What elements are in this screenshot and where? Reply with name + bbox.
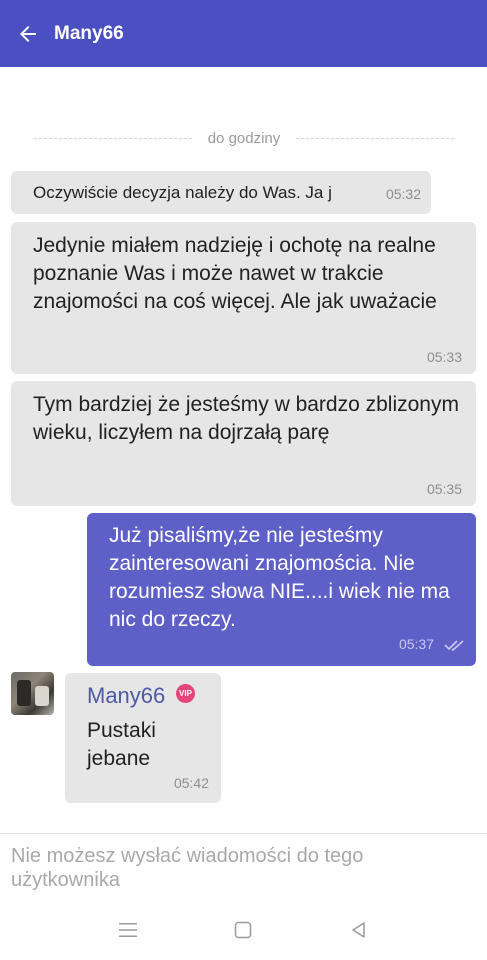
- divider-label: do godziny: [207, 129, 281, 147]
- home-square-icon[interactable]: [223, 910, 263, 950]
- message-text: Tym bardziej że jesteśmy w bardzo zblizo…: [33, 393, 459, 444]
- message-bubble-incoming[interactable]: Oczywiście decyzja należy do Was. Ja j 0…: [11, 171, 431, 214]
- vip-badge: VIP: [176, 684, 195, 703]
- message-text: Już pisaliśmy,że nie jesteśmy zaintereso…: [109, 524, 450, 631]
- message-time: 05:42: [173, 775, 209, 791]
- message-time: 05:35: [426, 481, 462, 497]
- message-bubble-incoming[interactable]: Tym bardziej że jesteśmy w bardzo zblizo…: [11, 381, 476, 506]
- message-bubble-incoming[interactable]: Many66 VIP Pustaki jebane 05:42: [65, 673, 221, 803]
- message-bubble-outgoing[interactable]: Już pisaliśmy,że nie jesteśmy zaintereso…: [87, 513, 476, 666]
- sender-avatar[interactable]: [11, 672, 54, 715]
- arrow-left-icon: [20, 25, 36, 42]
- back-button[interactable]: [0, 0, 56, 67]
- time-divider: do godziny: [34, 126, 454, 150]
- chat-title: Many66: [54, 22, 124, 44]
- message-text: Jedynie miałem nadzieję i ochotę na real…: [33, 234, 437, 313]
- message-text: Pustaki jebane: [87, 719, 156, 770]
- message-bubble-incoming[interactable]: Jedynie miałem nadzieję i ochotę na real…: [11, 222, 476, 374]
- divider-line: [34, 137, 192, 139]
- compose-disabled-notice: Nie możesz wysłać wiadomości do tego uży…: [11, 845, 364, 891]
- message-text: Oczywiście decyzja należy do Was. Ja j: [33, 183, 332, 202]
- menu-icon[interactable]: [108, 910, 148, 950]
- compose-separator: [0, 833, 487, 834]
- double-check-icon: [444, 640, 464, 652]
- divider-line: [296, 137, 454, 139]
- system-navbar: [0, 900, 487, 960]
- sender-name[interactable]: Many66: [87, 683, 165, 709]
- app-header: Many66: [0, 0, 487, 67]
- message-time: 05:37: [398, 636, 434, 652]
- message-time: 05:33: [426, 349, 462, 365]
- message-time: 05:32: [385, 186, 421, 202]
- back-triangle-icon[interactable]: [339, 910, 379, 950]
